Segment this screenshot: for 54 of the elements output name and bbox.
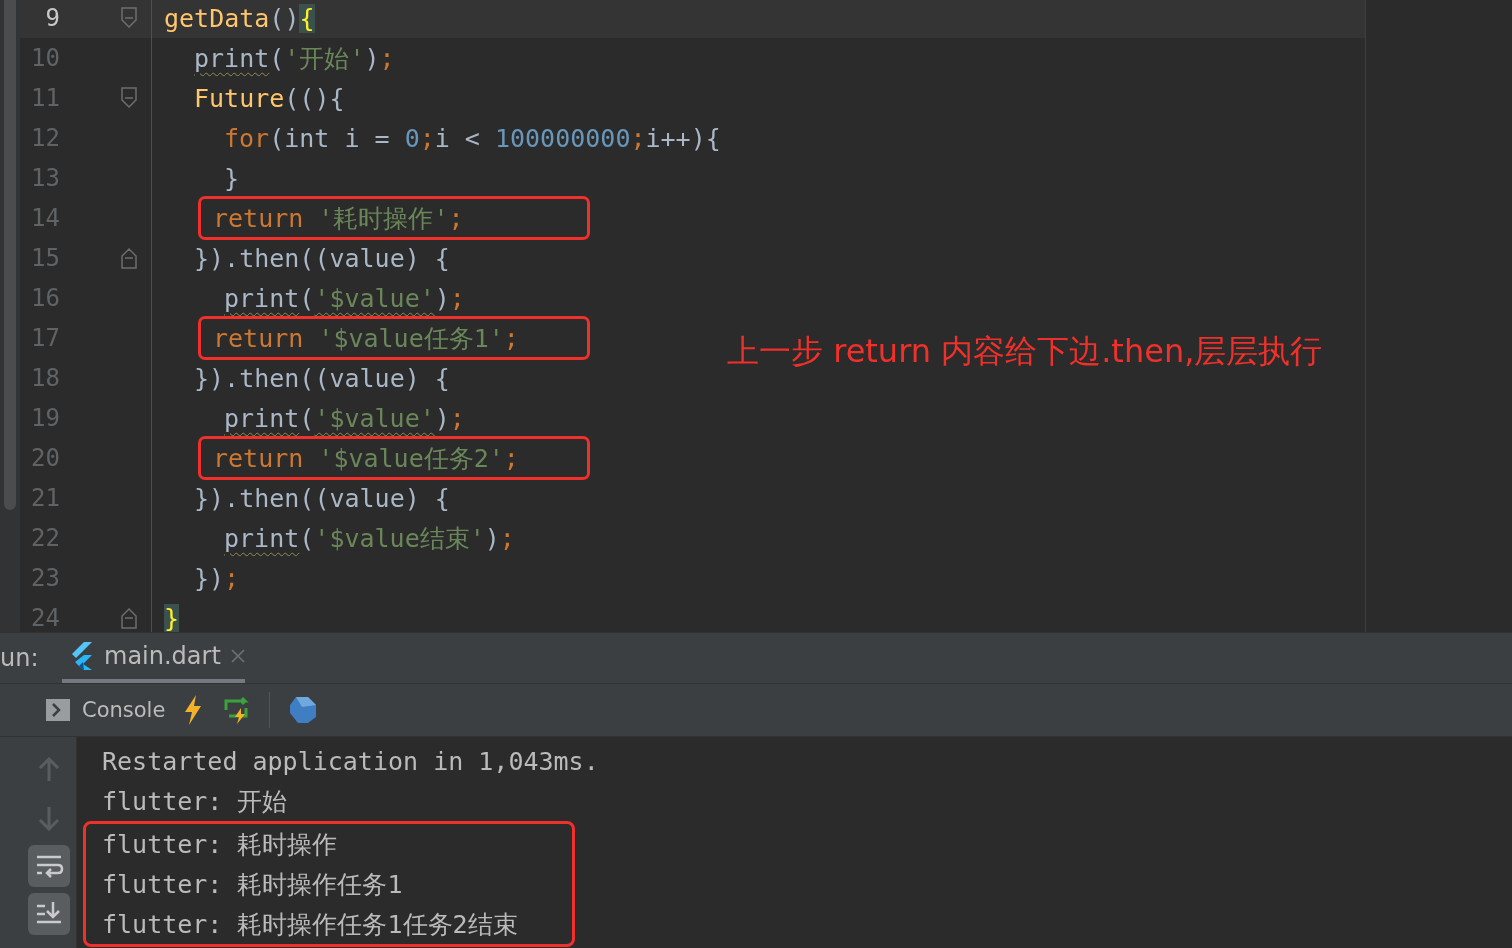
line-number: 24 (30, 604, 60, 632)
code-line: print('开始'); (194, 42, 395, 75)
line-number: 18 (30, 364, 60, 392)
scrollbar[interactable] (4, 0, 16, 510)
console-tab[interactable]: Console (46, 698, 166, 722)
code-line: for(int i = 0;i < 100000000;i++){ (224, 123, 721, 153)
code-line: getData(){ (164, 3, 315, 33)
up-arrow-icon (38, 757, 60, 783)
run-label: un: (0, 643, 40, 674)
soft-wrap-button[interactable] (28, 845, 70, 887)
line-number: 13 (30, 164, 60, 192)
fold-icon[interactable] (121, 247, 137, 269)
console-line: Restarted application in 1,043ms. (101, 745, 600, 778)
console-line: flutter: 耗时操作 (102, 828, 339, 861)
code-line: print('$value'); (224, 403, 465, 433)
line-number: 15 (30, 244, 60, 272)
line-number: 22 (30, 524, 60, 552)
console-icon (46, 699, 70, 721)
code-line: print('$value'); (224, 283, 465, 313)
lightning-icon[interactable] (183, 695, 204, 725)
code-line: }).then((value) { (194, 243, 450, 273)
line-number: 21 (30, 484, 60, 512)
code-line: }); (194, 563, 240, 593)
code-line: print('$value结束'); (224, 522, 515, 555)
close-icon[interactable] (230, 649, 245, 663)
line-number: 9 (44, 4, 60, 32)
line-number: 10 (30, 44, 60, 72)
flutter-icon (70, 642, 94, 670)
line-number: 19 (30, 404, 60, 432)
code-line: return '$value任务1'; (213, 322, 519, 355)
code-line: return '耗时操作'; (213, 202, 464, 235)
line-number: 17 (30, 324, 60, 352)
annotation-text: 上一步 return 内容给下边.then,层层执行 (727, 331, 1323, 372)
code-line: return '$value任务2'; (213, 442, 519, 475)
fold-icon[interactable] (121, 7, 137, 29)
line-number: 14 (30, 204, 60, 232)
line-number: 20 (30, 444, 60, 472)
line-number: 11 (30, 84, 60, 112)
wrap-icon (34, 853, 64, 879)
dart-icon[interactable] (288, 695, 319, 725)
fold-icon[interactable] (121, 87, 137, 109)
down-arrow-icon (38, 805, 60, 831)
console-line: flutter: 耗时操作任务1 (102, 868, 404, 901)
console-line: flutter: 耗时操作任务1任务2结束 (102, 908, 519, 941)
console-line: flutter: 开始 (101, 785, 289, 818)
code-line: Future((){ (194, 83, 345, 113)
line-number: 23 (30, 564, 60, 592)
code-line: }).then((value) { (194, 483, 450, 513)
line-number: 16 (30, 284, 60, 312)
scroll-to-end-button[interactable] (28, 893, 70, 935)
code-line: }).then((value) { (194, 363, 450, 393)
code-line: } (224, 163, 240, 193)
line-number: 12 (30, 124, 60, 152)
fold-icon[interactable] (121, 607, 137, 629)
